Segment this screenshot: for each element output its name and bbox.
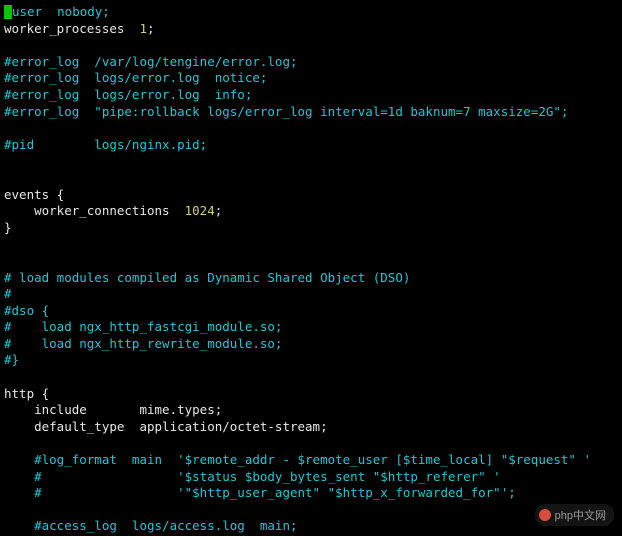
code-segment: # load ngx_http_rewrite_module.so; bbox=[4, 336, 282, 351]
code-segment: ; bbox=[215, 203, 223, 218]
watermark-text: php中文网 bbox=[555, 510, 606, 522]
code-segment: #pid logs/nginx.pid; bbox=[4, 137, 207, 152]
code-line: #} bbox=[4, 352, 19, 367]
watermark-badge: php中文网 bbox=[535, 504, 614, 526]
code-line: http { bbox=[4, 386, 49, 401]
code-segment: # '$status $body_bytes_sent "$http_refer… bbox=[4, 469, 501, 484]
code-segment: default_type application/octet-stream; bbox=[4, 419, 328, 434]
code-segment: #error_log logs/error.log info; bbox=[4, 87, 252, 102]
cursor bbox=[4, 5, 12, 19]
code-line: #access_log logs/access.log main; bbox=[4, 518, 298, 533]
code-line: #error_log logs/error.log info; bbox=[4, 87, 252, 102]
code-line: # bbox=[4, 286, 12, 301]
code-segment: 1 bbox=[139, 21, 147, 36]
code-segment: #error_log logs/error.log notice; bbox=[4, 70, 267, 85]
code-line: include mime.types; bbox=[4, 402, 222, 417]
code-line: events { bbox=[4, 187, 64, 202]
code-segment: ; bbox=[147, 21, 155, 36]
code-segment: include mime.types; bbox=[4, 402, 222, 417]
code-segment: # load modules compiled as Dynamic Share… bbox=[4, 270, 410, 285]
code-line: user nobody; bbox=[4, 4, 110, 19]
code-line: default_type application/octet-stream; bbox=[4, 419, 328, 434]
code-segment: user nobody; bbox=[12, 4, 110, 19]
code-segment: http { bbox=[4, 386, 49, 401]
code-line: # load modules compiled as Dynamic Share… bbox=[4, 270, 410, 285]
code-line: # '"$http_user_agent" "$http_x_forwarded… bbox=[4, 485, 516, 500]
code-line: #pid logs/nginx.pid; bbox=[4, 137, 207, 152]
terminal-output: user nobody; worker_processes 1; #error_… bbox=[0, 0, 622, 536]
code-segment: #error_log /var/log/tengine/error.log; bbox=[4, 54, 298, 69]
code-segment: # '"$http_user_agent" "$http_x_forwarded… bbox=[4, 485, 516, 500]
code-segment: events { bbox=[4, 187, 64, 202]
code-segment: #access_log logs/access.log main; bbox=[4, 518, 298, 533]
code-segment: # bbox=[4, 286, 12, 301]
code-segment: #log_format main '$remote_addr - $remote… bbox=[4, 452, 591, 467]
code-line: # load ngx_http_rewrite_module.so; bbox=[4, 336, 282, 351]
code-segment: } bbox=[4, 220, 12, 235]
code-segment: # load ngx_http_fastcgi_module.so; bbox=[4, 319, 282, 334]
code-line: #error_log logs/error.log notice; bbox=[4, 70, 267, 85]
code-line: # '$status $body_bytes_sent "$http_refer… bbox=[4, 469, 501, 484]
code-line: } bbox=[4, 220, 12, 235]
code-line: worker_connections 1024; bbox=[4, 203, 222, 218]
code-line: #dso { bbox=[4, 303, 49, 318]
code-segment: worker_processes bbox=[4, 21, 139, 36]
code-segment: worker_connections bbox=[4, 203, 185, 218]
code-line: worker_processes 1; bbox=[4, 21, 155, 36]
code-segment: #} bbox=[4, 352, 19, 367]
code-line: #error_log /var/log/tengine/error.log; bbox=[4, 54, 298, 69]
code-segment: 1024 bbox=[185, 203, 215, 218]
code-line: #error_log "pipe:rollback logs/error_log… bbox=[4, 104, 568, 119]
code-segment: #error_log "pipe:rollback logs/error_log… bbox=[4, 104, 568, 119]
code-segment: #dso { bbox=[4, 303, 49, 318]
code-line: # load ngx_http_fastcgi_module.so; bbox=[4, 319, 282, 334]
code-line: #log_format main '$remote_addr - $remote… bbox=[4, 452, 591, 467]
